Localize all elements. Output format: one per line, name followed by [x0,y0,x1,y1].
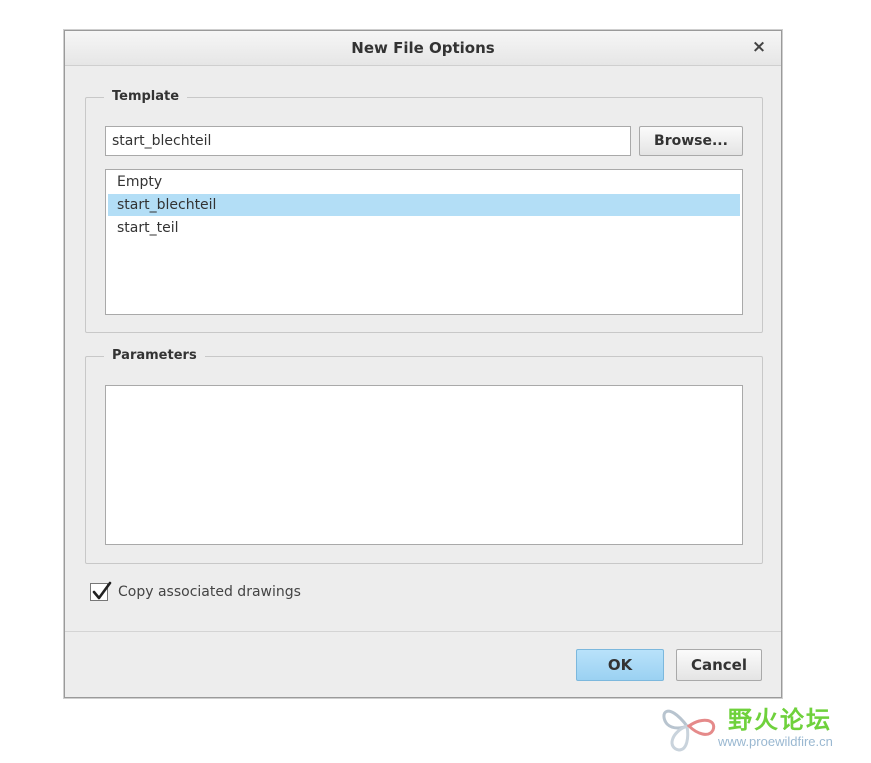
list-item-start-teil[interactable]: start_teil [108,217,740,239]
watermark: 野火论坛 www.proewildfire.cn [655,694,865,756]
new-file-options-dialog: New File Options × Template start_blecht… [64,30,782,698]
butterfly-logo-icon [662,709,716,752]
dialog-title: New File Options [351,39,495,57]
close-icon[interactable]: × [749,37,769,57]
footer-separator [65,631,781,632]
watermark-url: www.proewildfire.cn [718,734,833,749]
copy-drawings-label: Copy associated drawings [118,584,301,600]
parameters-table[interactable] [105,385,743,545]
template-input[interactable]: start_blechteil [105,126,631,156]
parameters-legend: Parameters [104,347,205,365]
checkmark-icon [92,581,112,600]
watermark-title: 野火论坛 [728,706,832,734]
cancel-button[interactable]: Cancel [676,649,762,681]
title-bar[interactable]: New File Options × [65,31,781,66]
list-item-empty[interactable]: Empty [108,171,740,193]
browse-button[interactable]: Browse... [639,126,743,156]
list-item-start-blechteil[interactable]: start_blechteil [108,194,740,216]
template-legend: Template [104,88,188,106]
ok-button[interactable]: OK [576,649,664,681]
copy-drawings-checkbox[interactable] [90,581,112,601]
template-list[interactable]: Empty start_blechteil start_teil [105,169,743,315]
